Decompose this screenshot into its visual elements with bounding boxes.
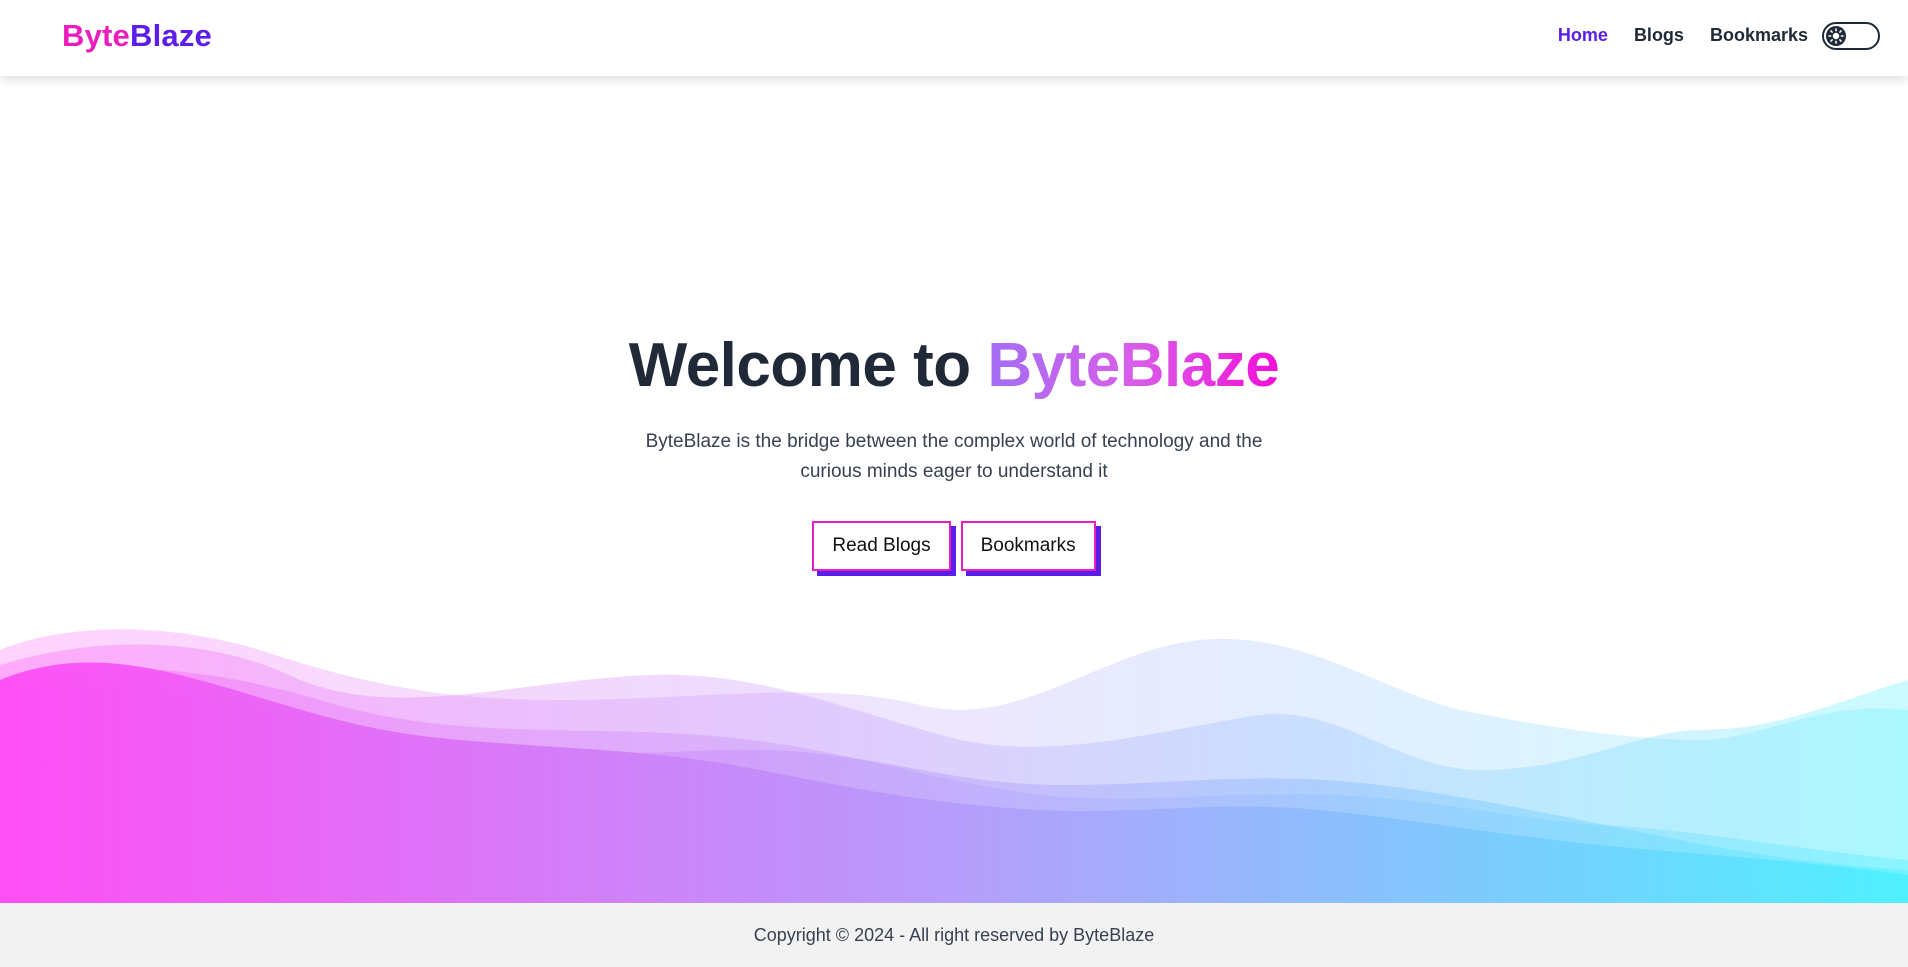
- hero-subtitle: ByteBlaze is the bridge between the comp…: [645, 431, 1263, 482]
- logo-byte: Byte: [62, 18, 130, 53]
- nav-links: Home Blogs Bookmarks: [1558, 25, 1808, 46]
- page: ByteBlaze Home Blogs Bookmarks Welcome t…: [0, 0, 1908, 967]
- logo[interactable]: ByteBlaze: [62, 18, 212, 54]
- hero: Welcome to ByteBlaze ByteBlaze is the br…: [0, 330, 1908, 571]
- wave-decoration: [0, 629, 1908, 904]
- hero-buttons: Read Blogs Bookmarks: [0, 521, 1908, 571]
- logo-blaze: Blaze: [130, 18, 212, 53]
- bookmarks-button[interactable]: Bookmarks: [960, 521, 1096, 571]
- hero-title: Welcome to ByteBlaze: [0, 330, 1908, 401]
- hero-title-brand: ByteBlaze: [987, 331, 1280, 400]
- nav-link-blogs[interactable]: Blogs: [1634, 25, 1684, 46]
- sun-icon: [1826, 26, 1846, 46]
- footer: Copyright © 2024 - All right reserved by…: [0, 903, 1908, 967]
- theme-toggle[interactable]: [1822, 22, 1880, 50]
- footer-copyright: Copyright © 2024 - All right reserved by…: [753, 925, 1155, 945]
- nav-link-home[interactable]: Home: [1558, 25, 1608, 46]
- read-blogs-button[interactable]: Read Blogs: [812, 521, 951, 571]
- navbar: ByteBlaze Home Blogs Bookmarks: [0, 0, 1908, 76]
- hero-title-prefix: Welcome to: [628, 331, 988, 400]
- nav-link-bookmarks[interactable]: Bookmarks: [1710, 25, 1808, 46]
